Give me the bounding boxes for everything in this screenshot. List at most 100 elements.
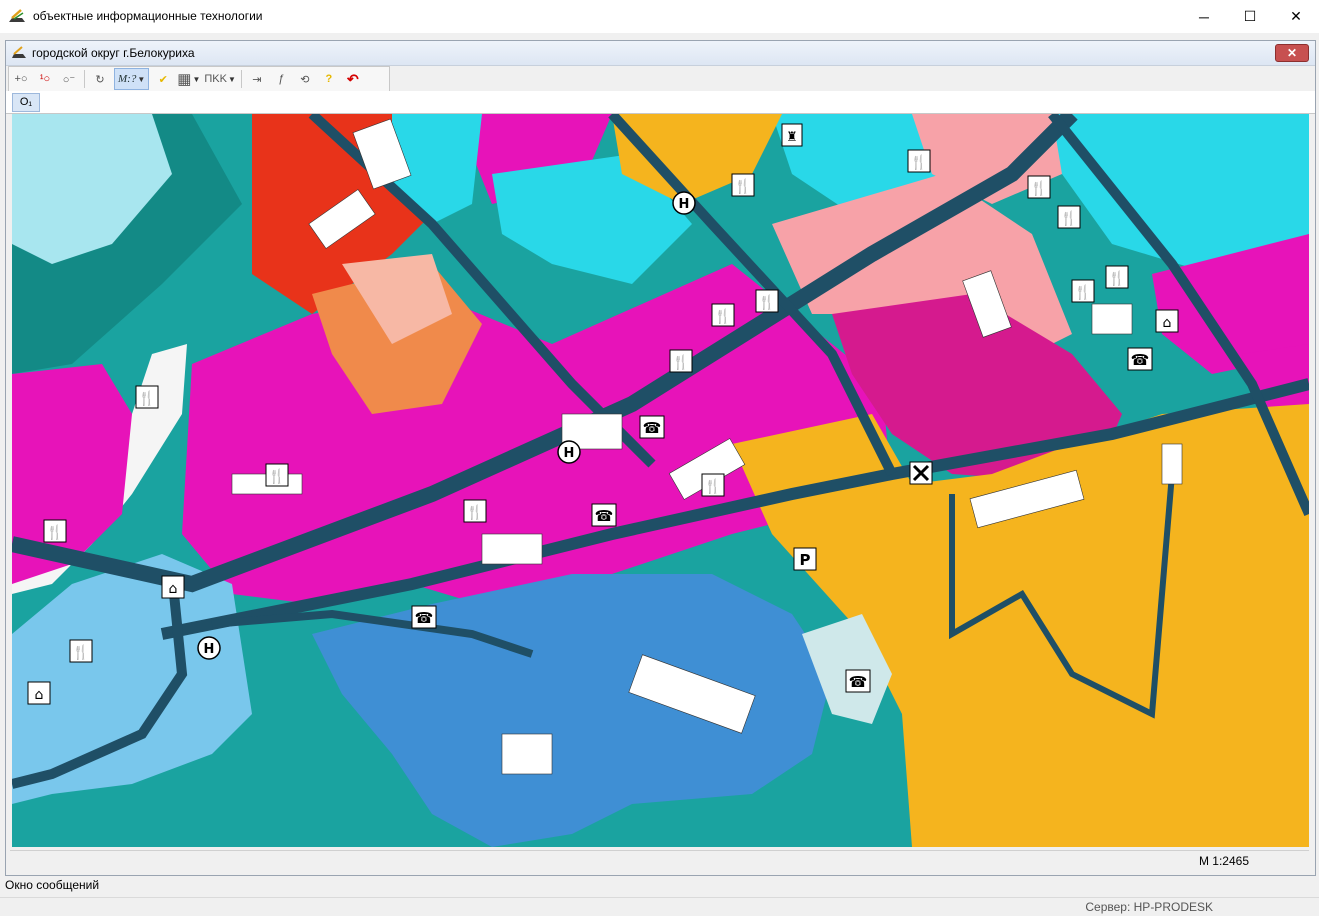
check-tool[interactable]: ✔ [153, 69, 173, 89]
svg-text:🍴: 🍴 [1030, 180, 1047, 197]
svg-text:🍴: 🍴 [1108, 270, 1125, 287]
help-tool[interactable]: ? [319, 69, 339, 89]
cross-icon [909, 461, 933, 485]
svg-text:🍴: 🍴 [46, 524, 63, 541]
server-label: Сервер: HP-PRODESK [1085, 900, 1213, 914]
parking-icon: P [793, 547, 817, 571]
svg-text:🍴: 🍴 [72, 644, 89, 661]
map-svg[interactable]: 🍴 🍴 🍴 🍴 🍴 🍴 🍴 🍴 🍴 🍴 🍴 🍴 🍴 🍴 🍴 ☎ ☎ ☎ ☎ ☎ … [12, 114, 1309, 847]
restaurant-icon: 🍴 [1027, 175, 1051, 199]
text-style-tool[interactable]: ПKK ▼ [204, 69, 236, 89]
svg-text:🍴: 🍴 [1074, 284, 1091, 301]
add-point-tool[interactable]: +○ [11, 69, 31, 89]
minimize-button[interactable]: ─ [1181, 0, 1227, 33]
layer-button[interactable]: O₁ [12, 93, 40, 112]
svg-text:⌂: ⌂ [35, 687, 44, 703]
close-button[interactable]: ✕ [1273, 0, 1319, 33]
svg-text:🍴: 🍴 [734, 178, 751, 195]
svg-text:🍴: 🍴 [672, 354, 689, 371]
grid-icon: ▦ [177, 71, 192, 88]
svg-text:🍴: 🍴 [138, 390, 155, 407]
tram-icon: ⌂ [27, 681, 51, 705]
export-tool[interactable]: ⇥ [247, 69, 267, 89]
hotel-icon: H [672, 191, 696, 215]
svg-text:☎: ☎ [595, 507, 614, 525]
svg-text:🍴: 🍴 [268, 468, 285, 485]
document-title: городской округ г.Белокуриха [32, 46, 195, 60]
phone-icon: ☎ [1127, 347, 1153, 371]
rotate-tool[interactable]: ⟲ [295, 69, 315, 89]
measure-tool[interactable]: M:? ▼ [114, 68, 150, 90]
map-scale: М 1:2465 [1198, 854, 1249, 868]
svg-text:🍴: 🍴 [758, 294, 775, 311]
svg-text:☎: ☎ [849, 673, 868, 691]
restaurant-icon: 🍴 [1105, 265, 1129, 289]
restaurant-icon: 🍴 [1071, 279, 1095, 303]
restaurant-icon: 🍴 [701, 473, 725, 497]
hotel-icon: H [557, 440, 581, 464]
phone-icon: ☎ [591, 503, 617, 527]
svg-text:⌂: ⌂ [1163, 315, 1172, 331]
svg-text:☎: ☎ [643, 419, 662, 437]
svg-text:🍴: 🍴 [714, 308, 731, 325]
measure-label: M:? [118, 73, 137, 85]
message-window[interactable]: Окно сообщений [0, 877, 1319, 895]
svg-text:H: H [204, 642, 215, 657]
svg-text:⌂: ⌂ [169, 581, 178, 597]
restaurant-icon: 🍴 [69, 639, 93, 663]
tram-icon: ⌂ [1155, 309, 1179, 333]
restaurant-icon: 🍴 [1057, 205, 1081, 229]
text-style-icon: ПKK [204, 73, 227, 85]
document-window: городской округ г.Белокуриха ✕ +○ ¹○ ○⁻ … [5, 40, 1316, 876]
restaurant-icon: 🍴 [265, 463, 289, 487]
chevron-down-icon[interactable]: ▼ [137, 75, 145, 84]
minimize-icon: ─ [1199, 8, 1209, 25]
restaurant-icon: 🍴 [711, 303, 735, 327]
server-status: Сервер: HP-PRODESK [0, 897, 1319, 916]
map-document-icon [12, 46, 26, 58]
document-close-button[interactable]: ✕ [1275, 44, 1309, 62]
layer-bar: O₁ [6, 91, 1315, 114]
chevron-down-icon[interactable]: ▼ [192, 75, 200, 84]
map-toolbar: +○ ¹○ ○⁻ ↻ M:? ▼ ✔ ▦ ▼ ПKK ▼ ⇥ ƒ ⟲ ? ↶ [8, 66, 390, 92]
toolbar-separator [240, 70, 242, 88]
restaurant-icon: 🍴 [463, 499, 487, 523]
svg-text:☎: ☎ [415, 609, 434, 627]
phone-icon: ☎ [411, 605, 437, 629]
map-canvas[interactable]: 🍴 🍴 🍴 🍴 🍴 🍴 🍴 🍴 🍴 🍴 🍴 🍴 🍴 🍴 🍴 ☎ ☎ ☎ ☎ ☎ … [12, 114, 1309, 847]
point-line-tool[interactable]: ○⁻ [59, 69, 79, 89]
numbered-point-tool[interactable]: ¹○ [35, 69, 55, 89]
restaurant-icon: 🍴 [135, 385, 159, 409]
document-titlebar: городской округ г.Белокуриха ✕ [6, 41, 1315, 66]
restaurant-icon: 🍴 [43, 519, 67, 543]
svg-text:🍴: 🍴 [910, 154, 927, 171]
svg-text:H: H [564, 446, 575, 461]
app-logo-icon [9, 9, 25, 22]
tram-icon: ⌂ [161, 575, 185, 599]
toolbar-separator [84, 70, 85, 88]
svg-text:🍴: 🍴 [1060, 210, 1077, 227]
chevron-down-icon[interactable]: ▼ [228, 75, 236, 84]
svg-text:P: P [800, 551, 811, 569]
message-window-title: Окно сообщений [5, 878, 100, 892]
maximize-icon: ☐ [1243, 8, 1257, 24]
grid-tool[interactable]: ▦ ▼ [177, 69, 200, 89]
restaurant-icon: 🍴 [755, 289, 779, 313]
restaurant-icon: 🍴 [731, 173, 755, 197]
function-tool[interactable]: ƒ [271, 69, 291, 89]
hotel-icon: H [197, 636, 221, 660]
phone-icon: ☎ [845, 669, 871, 693]
monument-icon: ♜ [781, 123, 803, 147]
app-title: объектные информационные технологии [33, 9, 263, 23]
maximize-button[interactable]: ☐ [1227, 0, 1273, 33]
refresh-tool[interactable]: ↻ [90, 69, 110, 89]
phone-icon: ☎ [639, 415, 665, 439]
restaurant-icon: 🍴 [669, 349, 693, 373]
status-bar: М 1:2465 [10, 850, 1309, 871]
svg-text:♜: ♜ [786, 130, 798, 145]
svg-text:☎: ☎ [1131, 351, 1150, 369]
undo-tool[interactable]: ↶ [343, 69, 363, 89]
app-titlebar: объектные информационные технологии ─ ☐ … [0, 0, 1319, 33]
close-icon: ✕ [1290, 8, 1302, 24]
svg-text:H: H [679, 197, 690, 212]
